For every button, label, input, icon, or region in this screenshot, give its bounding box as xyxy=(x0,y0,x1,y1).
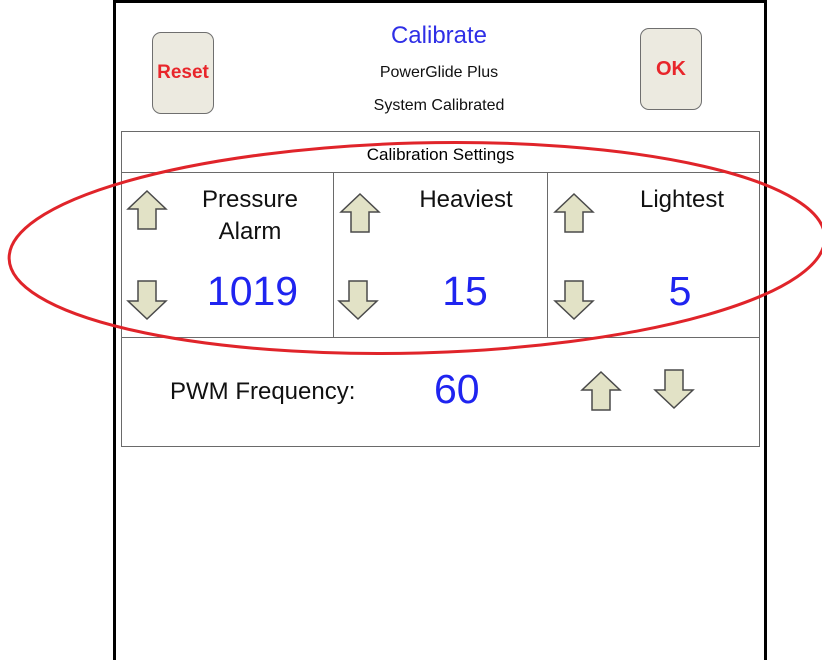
label-line: Lightest xyxy=(639,186,725,213)
pressure-alarm-down-arrow-icon[interactable] xyxy=(126,279,168,321)
heaviest-label: Heaviest xyxy=(396,184,536,216)
pwm-frequency-label: PWM Frequency: xyxy=(170,378,356,405)
pwm-frequency-value: 60 xyxy=(434,366,480,412)
divider xyxy=(547,172,548,337)
lightest-label: Lightest xyxy=(612,184,752,216)
page-title: Calibrate xyxy=(390,22,488,49)
pressure-alarm-up-arrow-icon[interactable] xyxy=(126,189,168,231)
label-line: Alarm xyxy=(218,218,282,245)
lightest-up-arrow-icon[interactable] xyxy=(553,192,595,234)
pwm-up-arrow-icon[interactable] xyxy=(580,370,622,412)
reset-button[interactable]: Reset xyxy=(152,32,214,114)
status-text: System Calibrated xyxy=(373,97,505,114)
divider xyxy=(121,337,760,338)
ok-button[interactable]: OK xyxy=(640,28,702,110)
pressure-alarm-value: 1019 xyxy=(206,268,299,314)
label-line: Pressure xyxy=(201,186,299,213)
section-label: Calibration Settings xyxy=(366,145,515,164)
lightest-down-arrow-icon[interactable] xyxy=(553,279,595,321)
pressure-alarm-label: Pressure Alarm xyxy=(180,184,320,248)
heaviest-down-arrow-icon[interactable] xyxy=(337,279,379,321)
pwm-down-arrow-icon[interactable] xyxy=(653,368,695,410)
label-line: Heaviest xyxy=(419,186,513,213)
divider xyxy=(333,172,334,337)
heaviest-value: 15 xyxy=(442,268,488,314)
lightest-value: 5 xyxy=(668,268,692,314)
divider xyxy=(121,172,760,173)
heaviest-up-arrow-icon[interactable] xyxy=(339,192,381,234)
product-name: PowerGlide Plus xyxy=(379,64,499,81)
